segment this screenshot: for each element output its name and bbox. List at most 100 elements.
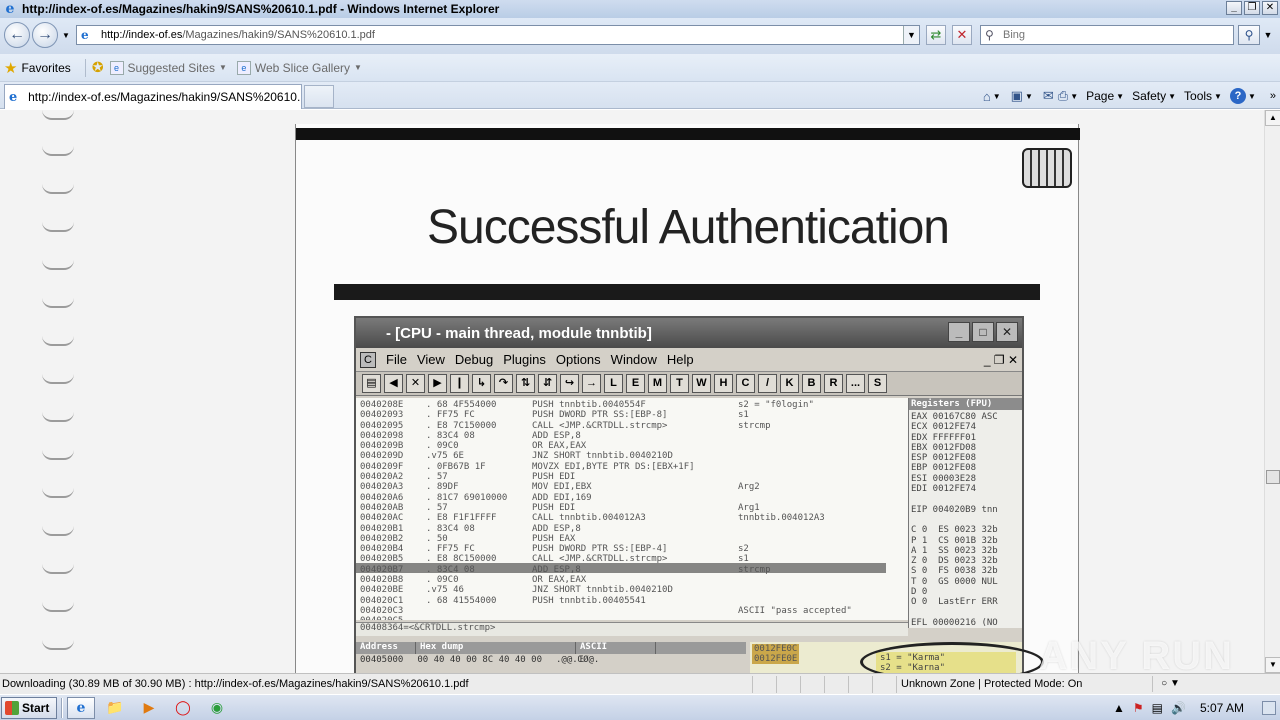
toolbar-letter: W	[692, 374, 711, 393]
web-slice-gallery-link[interactable]: e Web Slice Gallery ▼	[236, 60, 362, 75]
windows-flag-icon	[5, 700, 19, 715]
spiral-binding-ring	[42, 564, 74, 574]
back-button[interactable]: ←	[4, 22, 30, 48]
clock[interactable]: 5:07 AM	[1200, 701, 1244, 715]
recent-pages-icon[interactable]: ▼	[62, 31, 70, 40]
spiral-binding-ring	[42, 110, 74, 120]
print-icon[interactable]: ⎙	[1058, 88, 1068, 104]
action-center-icon[interactable]: ⚑	[1133, 701, 1144, 715]
pause-icon: ❙	[450, 374, 469, 393]
debugger-menubar: C File View Debug Plugins Options Window…	[356, 348, 1022, 372]
minimize-button[interactable]: _	[1226, 1, 1242, 15]
dump-ascii-label: ASCII	[576, 642, 656, 654]
security-zone[interactable]: Unknown Zone | Protected Mode: On	[901, 678, 1082, 690]
start-label: Start	[22, 700, 50, 715]
stack-address: 0012FE0E	[754, 654, 798, 664]
tab-active[interactable]: e http://index-of.es/Magazines/hakin9/SA…	[4, 84, 302, 109]
run-icon: ▶	[428, 374, 447, 393]
address-path: /Magazines/hakin9/SANS%20610.1.pdf	[182, 29, 375, 41]
home-icon[interactable]: ⌂	[983, 89, 991, 104]
refresh-button[interactable]: ⇄	[926, 25, 946, 45]
status-cell	[848, 675, 872, 693]
page-menu[interactable]: Page	[1086, 89, 1114, 103]
spiral-binding-ring	[42, 298, 74, 308]
toolbar-letter: S	[868, 374, 887, 393]
debugger-screenshot: - [CPU - main thread, module tnnbtib] _ …	[354, 316, 1044, 673]
dump-address-label: Address	[356, 642, 416, 654]
mail-icon[interactable]: ✉	[1043, 88, 1054, 104]
search-button[interactable]: ⚲	[1238, 25, 1260, 45]
taskbar-explorer-icon[interactable]: 📁	[101, 697, 129, 719]
close-button[interactable]: ✕	[1262, 1, 1278, 15]
address-dropdown-icon[interactable]: ▼	[903, 26, 919, 44]
tab-label: http://index-of.es/Magazines/hakin9/SANS…	[28, 90, 301, 104]
registers-header: Registers (FPU)	[909, 398, 1022, 410]
pdf-viewport[interactable]: Successful Authentication - [CPU - main …	[0, 110, 1264, 673]
search-options-icon[interactable]: ▼	[1261, 25, 1275, 45]
spiral-binding-ring	[42, 146, 74, 156]
close-icon: ✕	[406, 374, 425, 393]
taskbar: Start e 📁 ▶ ◯ ◉ ▲ ⚑ ▤ 🔊 5:07 AM	[0, 694, 1280, 720]
search-box[interactable]: ⚲	[980, 25, 1234, 45]
address-column: 0040208E 00402093 00402095 00402098 0040…	[360, 400, 404, 620]
comment-column: s2 = "f0login" s1 strcmp Arg2 Arg1 tnnbt…	[738, 400, 852, 616]
toolbar-letter: B	[802, 374, 821, 393]
open-icon: ▤	[362, 374, 381, 393]
tray-expand-icon[interactable]: ▲	[1113, 701, 1125, 715]
tab-page-icon: e	[9, 89, 18, 105]
address-bar[interactable]: e http://index-of.es/Magazines/hakin9/SA…	[76, 25, 920, 45]
feeds-icon[interactable]: ▣	[1011, 88, 1023, 104]
stop-button[interactable]: ✕	[952, 25, 972, 45]
address-host: http://index-of.es	[101, 29, 183, 41]
scroll-down-icon[interactable]: ▼	[1265, 657, 1280, 673]
spiral-binding-ring	[42, 526, 74, 536]
chevron-down-icon[interactable]: ▼	[993, 92, 1001, 101]
favorites-button[interactable]: ★ Favorites	[4, 59, 71, 77]
spiral-binding-ring	[42, 412, 74, 422]
chevron-down-icon[interactable]: ▼	[1070, 92, 1078, 101]
protected-mode-icon[interactable]: ○ ▼	[1152, 676, 1188, 692]
scroll-up-icon[interactable]: ▲	[1265, 110, 1280, 126]
chevron-down-icon[interactable]: ▼	[1025, 92, 1033, 101]
debugger-menu-item: Debug	[454, 352, 494, 367]
network-icon[interactable]: ▤	[1152, 701, 1163, 715]
scroll-thumb[interactable]	[1266, 470, 1280, 484]
debugger-titlebar: - [CPU - main thread, module tnnbtib] _ …	[356, 318, 1022, 348]
taskbar-chrome-icon[interactable]: ◉	[203, 697, 231, 719]
tools-menu[interactable]: Tools	[1184, 89, 1212, 103]
forward-button[interactable]: →	[32, 22, 58, 48]
debugger-menu-item: Options	[555, 352, 601, 367]
address-url[interactable]: http://index-of.es/Magazines/hakin9/SANS…	[101, 29, 375, 41]
status-cell	[824, 675, 848, 693]
debugger-toolbar: ▤ ◀ ✕ ▶ ❙ ↳ ↷ ⇅ ⇵ ↪ → L E M T W H C / K	[356, 372, 1022, 396]
debugger-menu-item: Help	[666, 352, 694, 367]
taskbar-opera-icon[interactable]: ◯	[169, 697, 197, 719]
toolbar-letter: T	[670, 374, 689, 393]
dump-row-hex: 00 40 40 00 8C 40 40 00	[417, 655, 542, 665]
vertical-scrollbar[interactable]: ▲ ▼	[1264, 110, 1280, 673]
help-icon[interactable]: ?	[1229, 88, 1246, 104]
debugger-menu-item: View	[416, 352, 445, 367]
spiral-binding-ring	[42, 184, 74, 194]
search-input[interactable]	[1003, 29, 1203, 41]
restore-button[interactable]: ❐	[1244, 1, 1260, 15]
add-to-favorites-icon[interactable]: ✪	[92, 59, 104, 76]
debugger-window-controls: _ □ ✕	[948, 322, 1018, 342]
dump-row: 00405000 00 40 40 00 8C 40 40 00 .@@.ŒØ@…	[356, 655, 746, 667]
taskbar-media-player-icon[interactable]: ▶	[135, 697, 163, 719]
toolbar-letter: L	[604, 374, 623, 393]
trace-into-icon: ⇅	[516, 374, 535, 393]
volume-icon[interactable]: 🔊	[1171, 701, 1186, 715]
chevron-down-icon[interactable]: ▼	[1248, 92, 1256, 101]
favorites-divider	[84, 58, 86, 77]
start-button[interactable]: Start	[1, 696, 57, 719]
more-commands-icon[interactable]: »	[1270, 90, 1276, 102]
debugger-menu-item: Window	[610, 352, 657, 367]
execute-till-return-icon: ↪	[560, 374, 579, 393]
goto-icon: →	[582, 374, 601, 393]
new-tab-button[interactable]	[304, 85, 334, 108]
show-desktop-button[interactable]	[1262, 701, 1276, 715]
safety-menu[interactable]: Safety	[1132, 89, 1166, 103]
suggested-sites-link[interactable]: e Suggested Sites ▼	[109, 60, 227, 75]
taskbar-ie-icon[interactable]: e	[67, 696, 95, 719]
